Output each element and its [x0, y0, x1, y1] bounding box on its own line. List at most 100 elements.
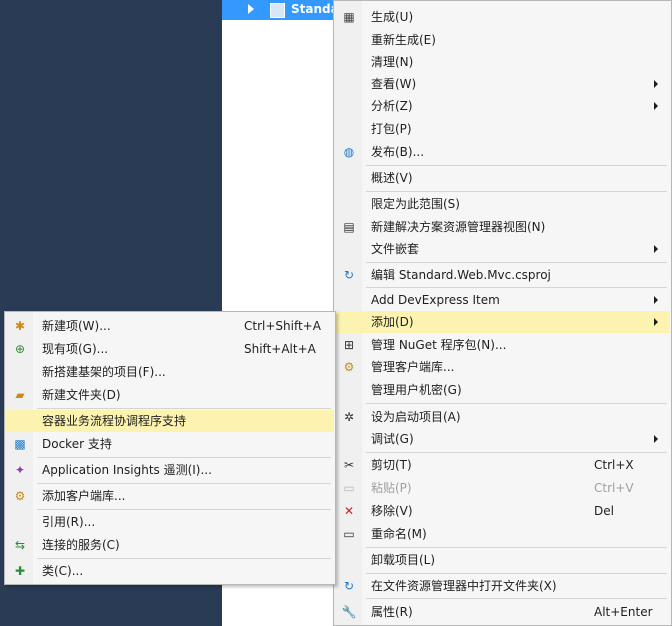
submenu-item-connected-services[interactable]: ⇆ 连接的服务(C): [6, 534, 334, 556]
submenu-item-reference[interactable]: 引用(R)...: [6, 511, 334, 533]
menu-separator: [37, 558, 331, 559]
menu-item-properties[interactable]: 🔧 属性(R) Alt+Enter: [335, 601, 670, 623]
menu-item-file-nesting[interactable]: 文件嵌套: [335, 238, 670, 260]
menu-item-label: 分析(Z): [371, 99, 413, 113]
remove-icon: ✕: [343, 504, 355, 518]
class-icon: ✚: [14, 564, 26, 578]
menu-item-open-in-explorer[interactable]: ↻ 在文件资源管理器中打开文件夹(X): [335, 575, 670, 597]
menu-item-label: 管理 NuGet 程序包(N)...: [371, 338, 507, 352]
nuget-icon: ⊞: [343, 338, 355, 352]
menu-item-cut[interactable]: ✂ 剪切(T) Ctrl+X: [335, 454, 670, 476]
menu-item-shortcut: Ctrl+X: [594, 458, 634, 472]
submenu-item-class[interactable]: ✚ 类(C)...: [6, 560, 334, 582]
menu-item-view[interactable]: 查看(W): [335, 73, 670, 95]
submenu-item-container-orchestrator[interactable]: 容器业务流程协调程序支持: [6, 410, 334, 432]
settings-icon: ✲: [343, 410, 355, 424]
menu-item-manage-client-libs[interactable]: ⚙ 管理客户端库...: [335, 356, 670, 378]
menu-item-overview[interactable]: 概述(V): [335, 167, 670, 189]
menu-item-label: 打包(P): [371, 122, 412, 136]
submenu-arrow-icon: [654, 80, 658, 88]
menu-item-rebuild[interactable]: 重新生成(E): [335, 29, 670, 51]
menu-item-remove[interactable]: ✕ 移除(V) Del: [335, 500, 670, 522]
menu-item-new-solution-view[interactable]: ▤ 新建解决方案资源管理器视图(N): [335, 216, 670, 238]
menu-item-label: 新建文件夹(D): [42, 388, 121, 402]
menu-item-unload[interactable]: 卸载项目(L): [335, 549, 670, 571]
menu-item-rename[interactable]: ▭ 重命名(M): [335, 523, 670, 545]
menu-item-label: 调试(G): [371, 432, 414, 446]
menu-item-add-devexpress[interactable]: Add DevExpress Item: [335, 289, 670, 311]
submenu-item-client-library[interactable]: ⚙ 添加客户端库...: [6, 485, 334, 507]
menu-separator: [366, 573, 667, 574]
menu-item-label: 添加(D): [371, 315, 414, 329]
submenu-item-app-insights[interactable]: ✦ Application Insights 遥测(I)...: [6, 459, 334, 481]
cut-icon: ✂: [343, 458, 355, 472]
menu-item-paste[interactable]: ▭ 粘贴(P) Ctrl+V: [335, 477, 670, 499]
menu-item-label: 管理用户机密(G): [371, 383, 462, 397]
existing-item-icon: ⊕: [14, 342, 26, 356]
edit-icon: ↻: [343, 268, 355, 282]
menu-separator: [366, 191, 667, 192]
build-icon: ▦: [343, 10, 355, 24]
menu-item-build[interactable]: ▦ 生成(U): [335, 6, 670, 28]
menu-item-debug[interactable]: 调试(G): [335, 428, 670, 450]
menu-item-publish[interactable]: ◍ 发布(B)...: [335, 141, 670, 163]
docker-icon: ▩: [14, 437, 26, 451]
menu-item-label: 文件嵌套: [371, 242, 420, 256]
open-folder-icon: ↻: [343, 579, 355, 593]
menu-item-label: 类(C)...: [42, 564, 84, 578]
menu-separator: [37, 408, 331, 409]
menu-item-clean[interactable]: 清理(N): [335, 51, 670, 73]
menu-item-label: 查看(W): [371, 77, 417, 91]
menu-separator: [37, 457, 331, 458]
menu-separator: [366, 262, 667, 263]
menu-item-label: 新建解决方案资源管理器视图(N): [371, 220, 546, 234]
submenu-item-existing-item[interactable]: ⊕ 现有项(G)... Shift+Alt+A: [6, 338, 334, 360]
menu-item-add[interactable]: 添加(D): [335, 311, 670, 333]
menu-separator: [366, 403, 667, 404]
menu-item-label: 管理客户端库...: [371, 360, 455, 374]
menu-item-label: 属性(R): [371, 605, 413, 619]
menu-separator: [37, 509, 331, 510]
menu-item-label: 在文件资源管理器中打开文件夹(X): [371, 579, 557, 593]
menu-item-set-startup[interactable]: ✲ 设为启动项目(A): [335, 406, 670, 428]
submenu-item-docker[interactable]: ▩ Docker 支持: [6, 433, 334, 455]
new-item-icon: ✱: [14, 319, 26, 333]
menu-item-label: 移除(V): [371, 504, 413, 518]
menu-separator: [366, 452, 667, 453]
project-label[interactable]: Standa: [291, 2, 339, 16]
menu-item-label: 容器业务流程协调程序支持: [42, 414, 187, 428]
menu-item-shortcut: Del: [594, 504, 614, 518]
client-library-icon: ⚙: [14, 489, 26, 503]
menu-item-scope-to-this[interactable]: 限定为此范围(S): [335, 193, 670, 215]
menu-separator: [366, 165, 667, 166]
menu-item-label: 发布(B)...: [371, 145, 425, 159]
menu-item-pack[interactable]: 打包(P): [335, 118, 670, 140]
insights-icon: ✦: [14, 463, 26, 477]
menu-item-label: 限定为此范围(S): [371, 197, 460, 211]
menu-item-label: 重命名(M): [371, 527, 427, 541]
menu-separator: [37, 483, 331, 484]
menu-item-analyze[interactable]: 分析(Z): [335, 95, 670, 117]
submenu-item-new-item[interactable]: ✱ 新建项(W)... Ctrl+Shift+A: [6, 315, 334, 337]
submenu-item-new-folder[interactable]: ▰ 新建文件夹(D): [6, 384, 334, 406]
submenu-item-scaffolded[interactable]: 新搭建基架的项目(F)...: [6, 361, 334, 383]
submenu-arrow-icon: [654, 435, 658, 443]
menu-item-label: Application Insights 遥测(I)...: [42, 463, 212, 477]
menu-separator: [366, 598, 667, 599]
publish-icon: ◍: [343, 145, 355, 159]
menu-item-label: Docker 支持: [42, 437, 112, 451]
menu-item-label: 连接的服务(C): [42, 538, 120, 552]
menu-item-label: 清理(N): [371, 55, 414, 69]
menu-item-label: Add DevExpress Item: [371, 293, 500, 307]
menu-item-manage-secrets[interactable]: 管理用户机密(G): [335, 379, 670, 401]
submenu-arrow-icon: [654, 318, 658, 326]
menu-item-label: 生成(U): [371, 10, 414, 24]
menu-item-label: 剪切(T): [371, 458, 412, 472]
menu-item-label: 引用(R)...: [42, 515, 96, 529]
menu-item-label: 卸载项目(L): [371, 553, 436, 567]
expand-chevron-icon[interactable]: [248, 4, 254, 14]
menu-item-manage-nuget[interactable]: ⊞ 管理 NuGet 程序包(N)...: [335, 334, 670, 356]
menu-item-shortcut: Ctrl+Shift+A: [244, 319, 321, 333]
menu-item-label: 新建项(W)...: [42, 319, 111, 333]
menu-item-edit-csproj[interactable]: ↻ 编辑 Standard.Web.Mvc.csproj: [335, 264, 670, 286]
